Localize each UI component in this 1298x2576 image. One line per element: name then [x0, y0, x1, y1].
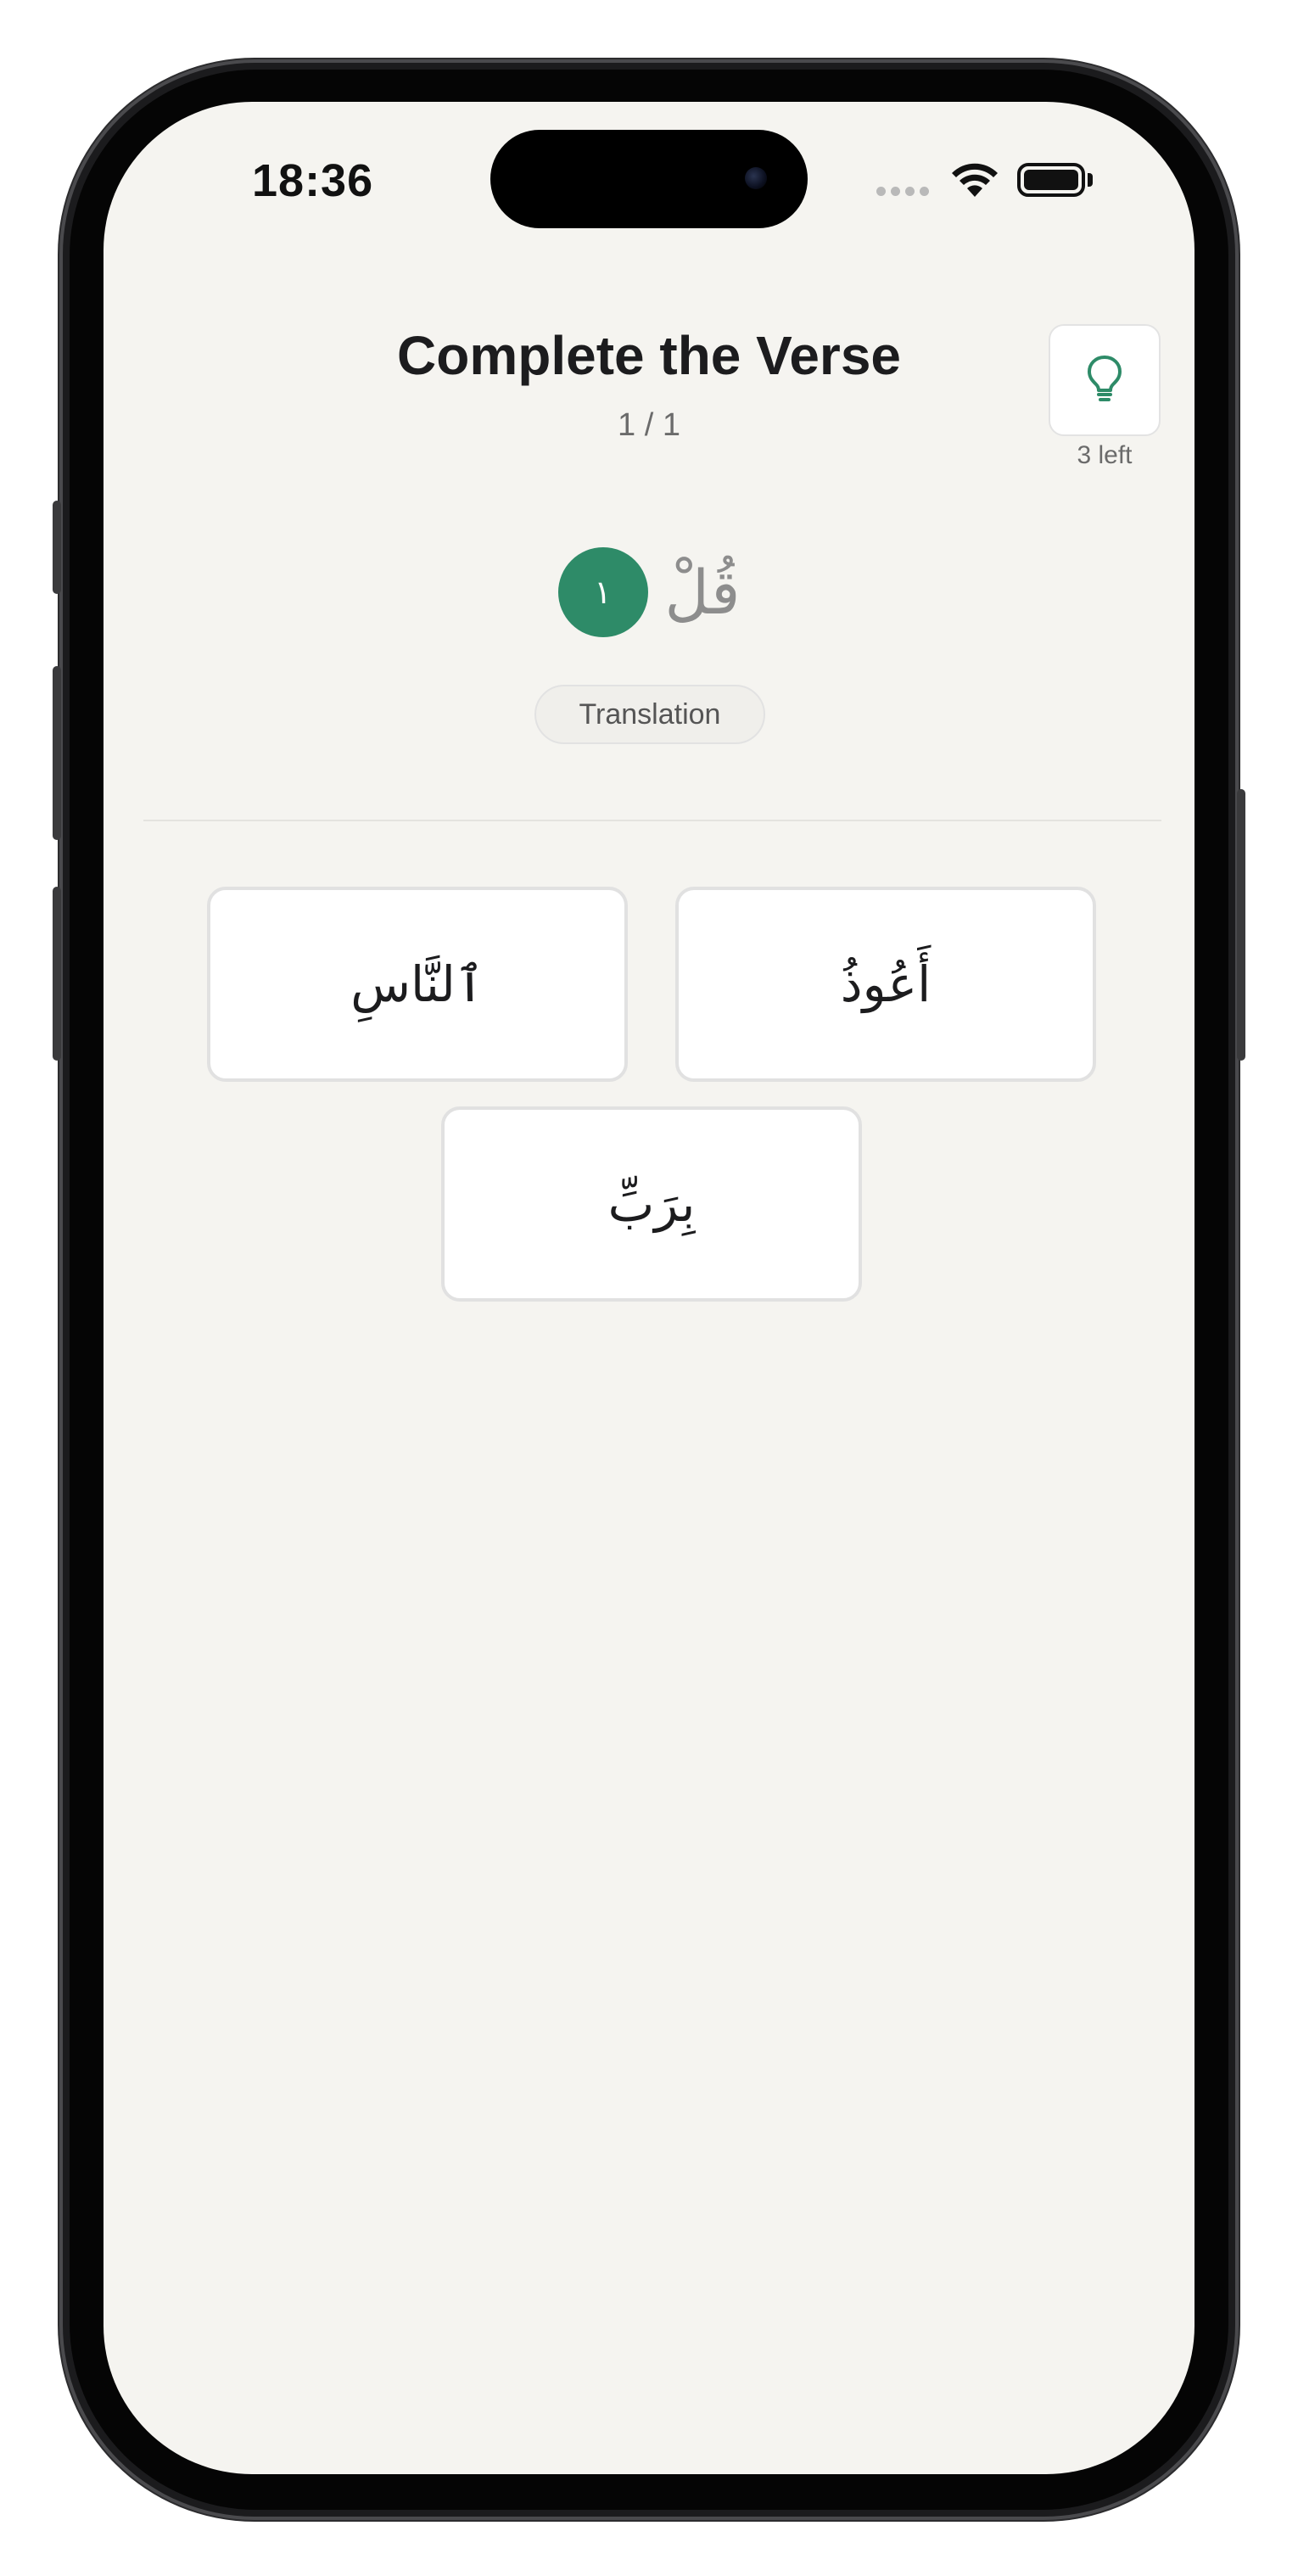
cellular-signal-icon: [876, 187, 929, 196]
hints-remaining: 3 left: [1077, 441, 1133, 469]
volume-up-button: [53, 666, 61, 840]
action-button: [53, 501, 61, 594]
word-choice-tile[interactable]: ٱلنَّاسِ: [207, 887, 628, 1082]
verse-progress: ١ قُلْ: [104, 546, 1194, 639]
front-camera: [745, 167, 767, 189]
translation-button[interactable]: Translation: [534, 685, 765, 744]
word-choice-tile[interactable]: بِرَبِّ: [441, 1106, 862, 1302]
verse-number-badge: ١: [557, 547, 648, 637]
divider: [143, 820, 1161, 821]
lightbulb-icon: [1086, 354, 1123, 407]
status-time: 18:36: [252, 155, 374, 206]
battery-tip: [1088, 173, 1093, 187]
battery-icon: [1017, 163, 1085, 197]
progress-counter: 1 / 1: [618, 407, 680, 443]
power-button: [1237, 789, 1245, 1061]
page-title: Complete the Verse: [397, 325, 901, 386]
app-screen: 18:36 Complete the Verse 1 / 1 3 left ١ …: [104, 102, 1194, 2474]
volume-down-button: [53, 887, 61, 1061]
word-choice-tile[interactable]: أَعُوذُ: [675, 887, 1096, 1082]
hint-button[interactable]: [1049, 324, 1161, 436]
wifi-icon: [950, 161, 999, 203]
verse-word: قُلْ: [664, 557, 741, 628]
